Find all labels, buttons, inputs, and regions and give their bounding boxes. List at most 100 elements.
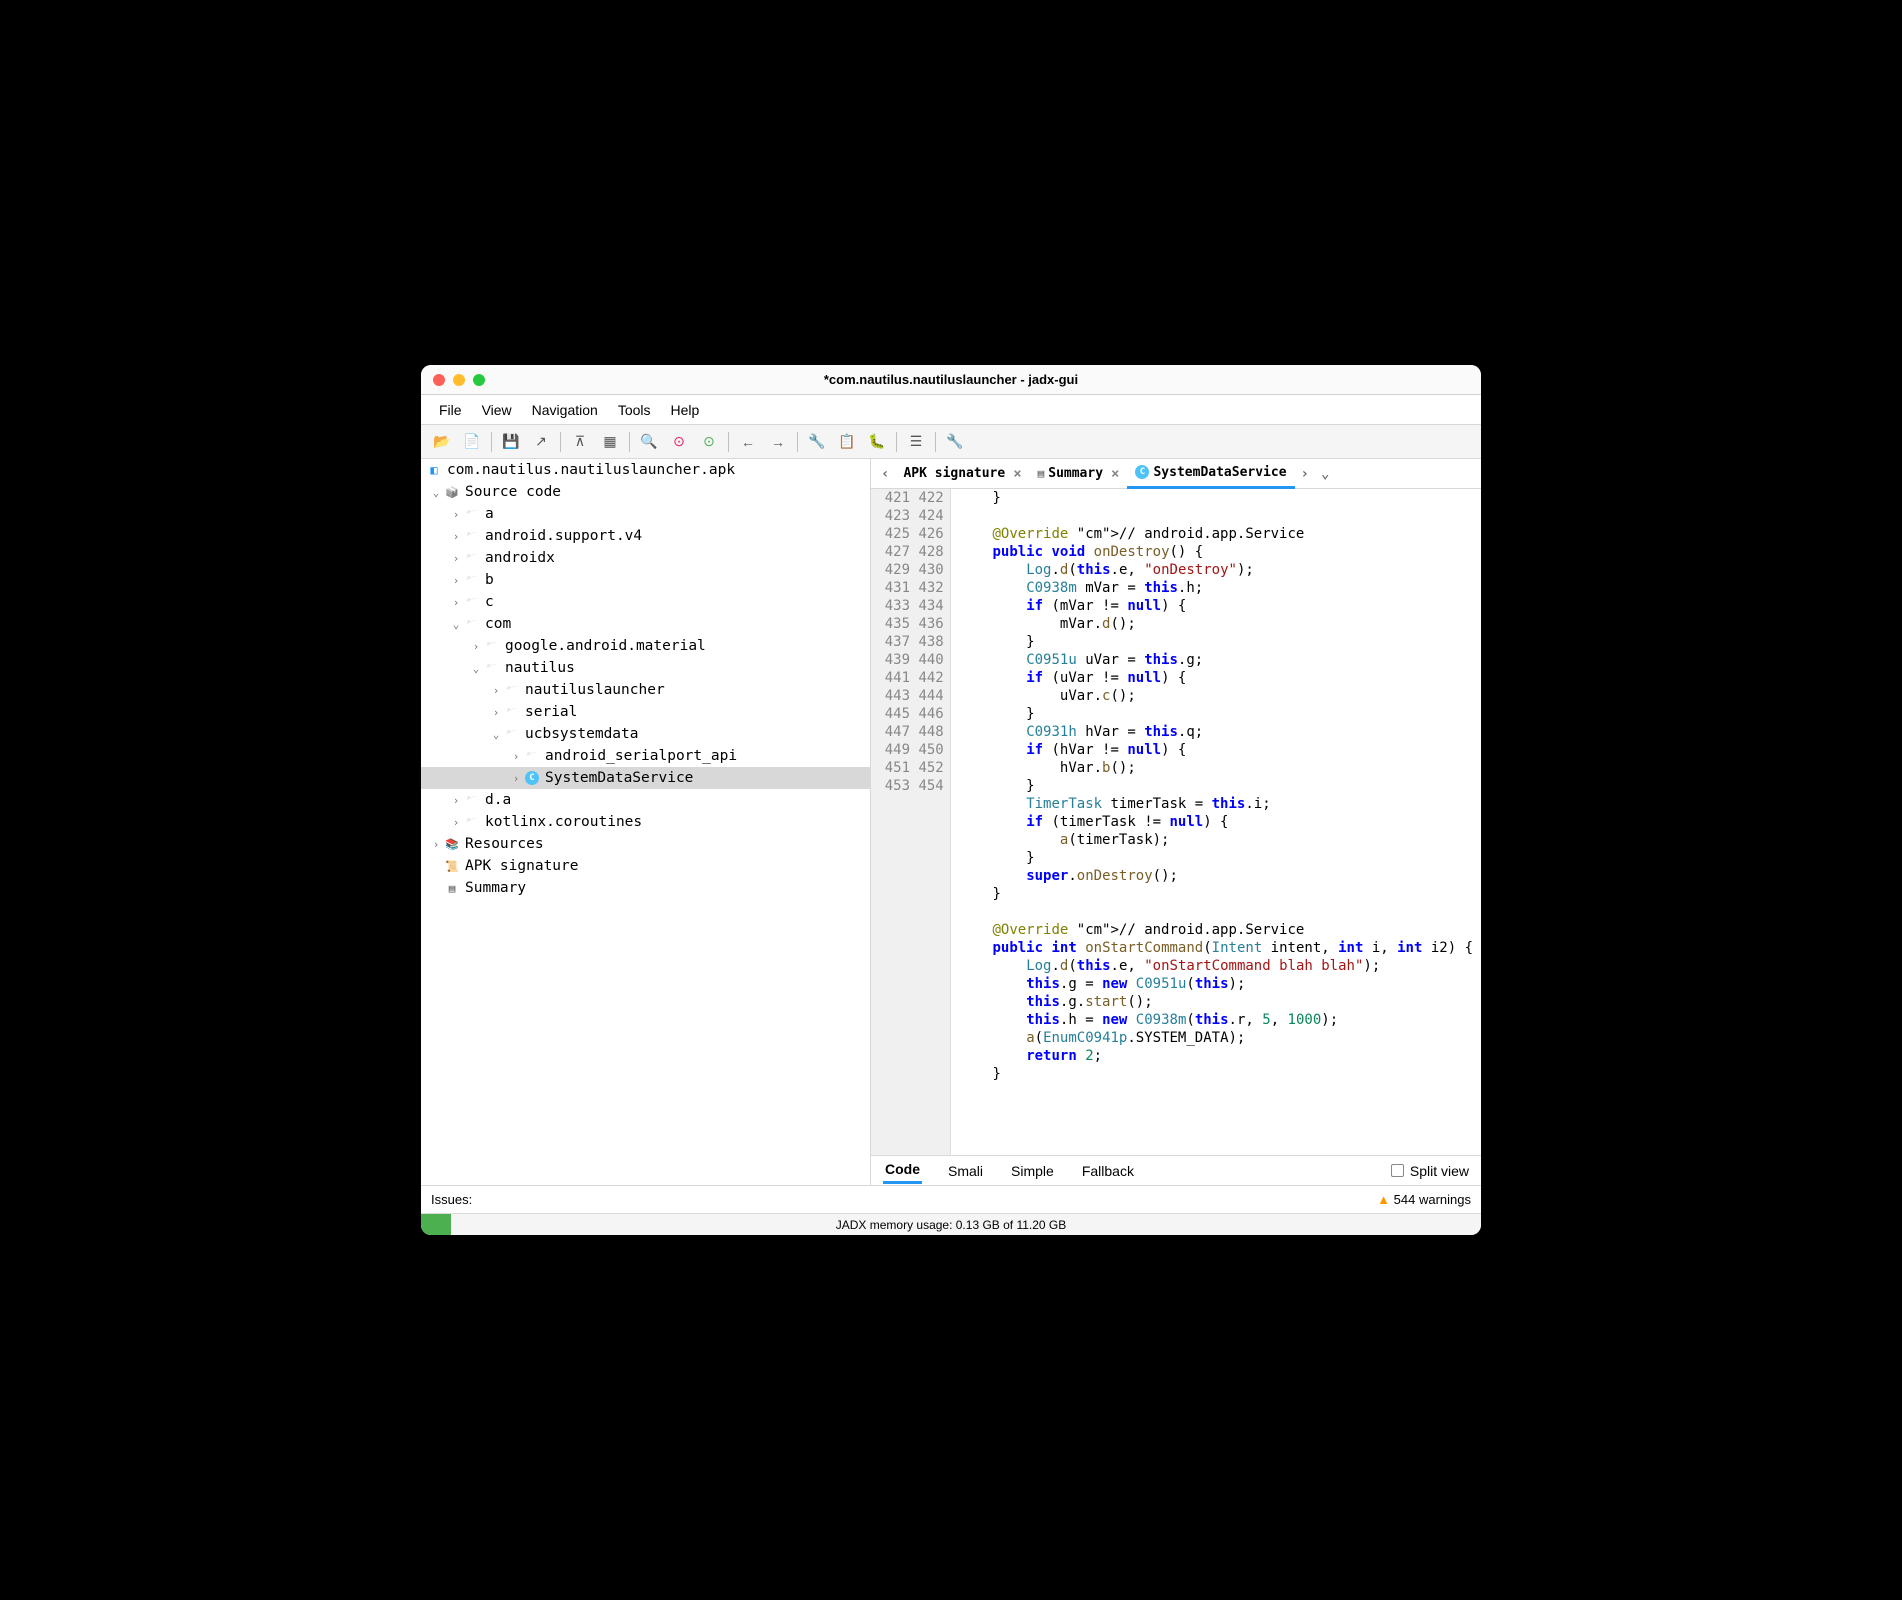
tree-pkg-androidx[interactable]: ›androidx [421, 547, 870, 569]
chevron-right-icon[interactable]: › [469, 640, 483, 653]
menu-help[interactable]: Help [661, 398, 710, 422]
chevron-down-icon[interactable]: ⌄ [489, 728, 503, 741]
quark-icon[interactable]: 📋 [832, 428, 862, 456]
folder-icon [463, 550, 481, 566]
chevron-right-icon[interactable]: › [449, 552, 463, 565]
chevron-right-icon[interactable]: › [449, 508, 463, 521]
titlebar: *com.nautilus.nautiluslauncher - jadx-gu… [421, 365, 1481, 395]
project-tree[interactable]: ◧ com.nautilus.nautiluslauncher.apk ⌄ So… [421, 459, 871, 1185]
menu-tools[interactable]: Tools [608, 398, 661, 422]
menu-navigation[interactable]: Navigation [522, 398, 608, 422]
chevron-right-icon[interactable]: › [509, 772, 523, 785]
add-file-icon[interactable]: 📄 [457, 428, 487, 456]
viewtab-simple[interactable]: Simple [1009, 1159, 1056, 1183]
folder-icon [463, 572, 481, 588]
tab-summary[interactable]: ▤Summary× [1030, 459, 1128, 489]
folder-icon [463, 528, 481, 544]
folder-icon [523, 748, 541, 764]
prefs-icon[interactable]: 🔧 [940, 428, 970, 456]
tree-pkg-com[interactable]: ⌄com [421, 613, 870, 635]
maximize-window-button[interactable] [473, 374, 485, 386]
tree-pkg-serial[interactable]: ›serial [421, 701, 870, 723]
folder-icon [463, 616, 481, 632]
tab-menu-icon[interactable]: ⌄ [1315, 466, 1335, 482]
split-view-toggle[interactable]: Split view [1391, 1163, 1469, 1179]
issues-bar: Issues: ▲ 544 warnings [421, 1185, 1481, 1213]
statusbar: JADX memory usage: 0.13 GB of 11.20 GB [421, 1213, 1481, 1235]
tree-pkg-c[interactable]: ›c [421, 591, 870, 613]
tree-pkg-nautiluslauncher[interactable]: ›nautiluslauncher [421, 679, 870, 701]
editor-tabs: ‹ APK signature× ▤Summary× CSystemDataSe… [871, 459, 1481, 489]
class-icon: C [523, 770, 541, 786]
tab-next-icon[interactable]: › [1295, 466, 1315, 482]
tree-pkg-b[interactable]: ›b [421, 569, 870, 591]
chevron-down-icon[interactable]: ⌄ [469, 662, 483, 675]
search-icon[interactable]: 🔍 [634, 428, 664, 456]
close-icon[interactable]: × [1111, 466, 1119, 482]
forward-icon[interactable]: → [763, 428, 793, 456]
chevron-right-icon[interactable]: › [449, 794, 463, 807]
chevron-down-icon[interactable]: ⌄ [449, 618, 463, 631]
tree-pkg-a[interactable]: ›a [421, 503, 870, 525]
warnings-count[interactable]: 544 warnings [1394, 1192, 1471, 1207]
tree-source[interactable]: ⌄ Source code [421, 481, 870, 503]
line-gutter: 421 422 423 424 425 426 427 428 429 430 … [871, 489, 951, 1155]
save-icon[interactable]: 💾 [496, 428, 526, 456]
code-editor[interactable]: 421 422 423 424 425 426 427 428 429 430 … [871, 489, 1481, 1155]
chevron-right-icon[interactable]: › [429, 838, 443, 851]
viewtab-fallback[interactable]: Fallback [1080, 1159, 1136, 1183]
menu-file[interactable]: File [429, 398, 472, 422]
open-icon[interactable]: 📂 [427, 428, 457, 456]
apk-icon: ◧ [425, 462, 443, 478]
minimize-window-button[interactable] [453, 374, 465, 386]
memory-bar [421, 1214, 451, 1235]
sync-icon[interactable]: ⊼ [565, 428, 595, 456]
viewtab-smali[interactable]: Smali [946, 1159, 985, 1183]
tree-root[interactable]: ◧ com.nautilus.nautiluslauncher.apk [421, 459, 870, 481]
close-icon[interactable]: × [1013, 466, 1021, 482]
folder-icon [503, 682, 521, 698]
back-icon[interactable]: ← [733, 428, 763, 456]
chevron-down-icon[interactable]: ⌄ [429, 486, 443, 499]
tree-pkg-nautilus[interactable]: ⌄nautilus [421, 657, 870, 679]
window-title: *com.nautilus.nautiluslauncher - jadx-gu… [421, 372, 1481, 387]
chevron-right-icon[interactable]: › [509, 750, 523, 763]
tree-pkg-ucbsystemdata[interactable]: ⌄ucbsystemdata [421, 723, 870, 745]
search-class-icon[interactable]: ⊙ [664, 428, 694, 456]
tree-class-systemdataservice[interactable]: ›CSystemDataService [421, 767, 870, 789]
class-icon: C [1135, 465, 1149, 479]
tree-summary[interactable]: ▤Summary [421, 877, 870, 899]
chevron-right-icon[interactable]: › [449, 574, 463, 587]
debug-icon[interactable]: 🐛 [862, 428, 892, 456]
code-content[interactable]: } @Override "cm">// android.app.Service … [951, 489, 1481, 1155]
search-usage-icon[interactable]: ⊙ [694, 428, 724, 456]
viewtab-code[interactable]: Code [883, 1157, 922, 1184]
chevron-right-icon[interactable]: › [449, 816, 463, 829]
tree-pkg-kotlinx[interactable]: ›kotlinx.coroutines [421, 811, 870, 833]
tree-apksig[interactable]: 📜APK signature [421, 855, 870, 877]
folder-icon [483, 660, 501, 676]
chevron-right-icon[interactable]: › [449, 596, 463, 609]
export-icon[interactable]: ↗ [526, 428, 556, 456]
warning-icon: ▲ [1377, 1192, 1390, 1207]
tree-pkg-serialport[interactable]: ›android_serialport_api [421, 745, 870, 767]
menu-view[interactable]: View [472, 398, 522, 422]
tab-prev-icon[interactable]: ‹ [875, 466, 895, 482]
log-icon[interactable]: ☰ [901, 428, 931, 456]
tree-pkg-android-support[interactable]: ›android.support.v4 [421, 525, 870, 547]
close-window-button[interactable] [433, 374, 445, 386]
deobf-icon[interactable]: 🔧 [802, 428, 832, 456]
tree-pkg-google-material[interactable]: ›google.android.material [421, 635, 870, 657]
folder-icon [503, 726, 521, 742]
chevron-right-icon[interactable]: › [489, 684, 503, 697]
tab-systemdataservice[interactable]: CSystemDataService [1127, 459, 1294, 489]
checkbox-icon[interactable] [1391, 1164, 1404, 1177]
tab-apksig[interactable]: APK signature× [895, 459, 1029, 489]
chevron-right-icon[interactable]: › [489, 706, 503, 719]
tree-resources[interactable]: ›📚Resources [421, 833, 870, 855]
tree-pkg-da[interactable]: ›d.a [421, 789, 870, 811]
flatten-icon[interactable]: ▦ [595, 428, 625, 456]
view-tabs: Code Smali Simple Fallback Split view [871, 1155, 1481, 1185]
chevron-right-icon[interactable]: › [449, 530, 463, 543]
folder-icon [463, 594, 481, 610]
